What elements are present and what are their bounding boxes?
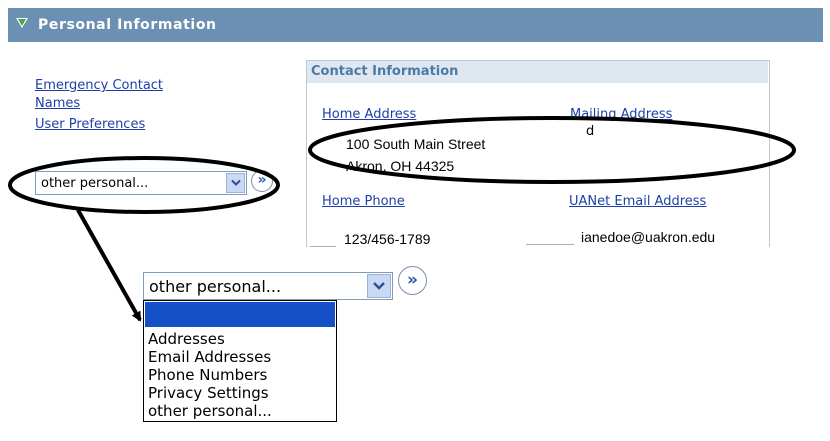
annotation-overlay <box>8 116 796 322</box>
annotation-ellipse-select <box>8 156 280 214</box>
annotation-arrow <box>76 209 142 322</box>
annotation-ellipse-address <box>308 116 796 184</box>
